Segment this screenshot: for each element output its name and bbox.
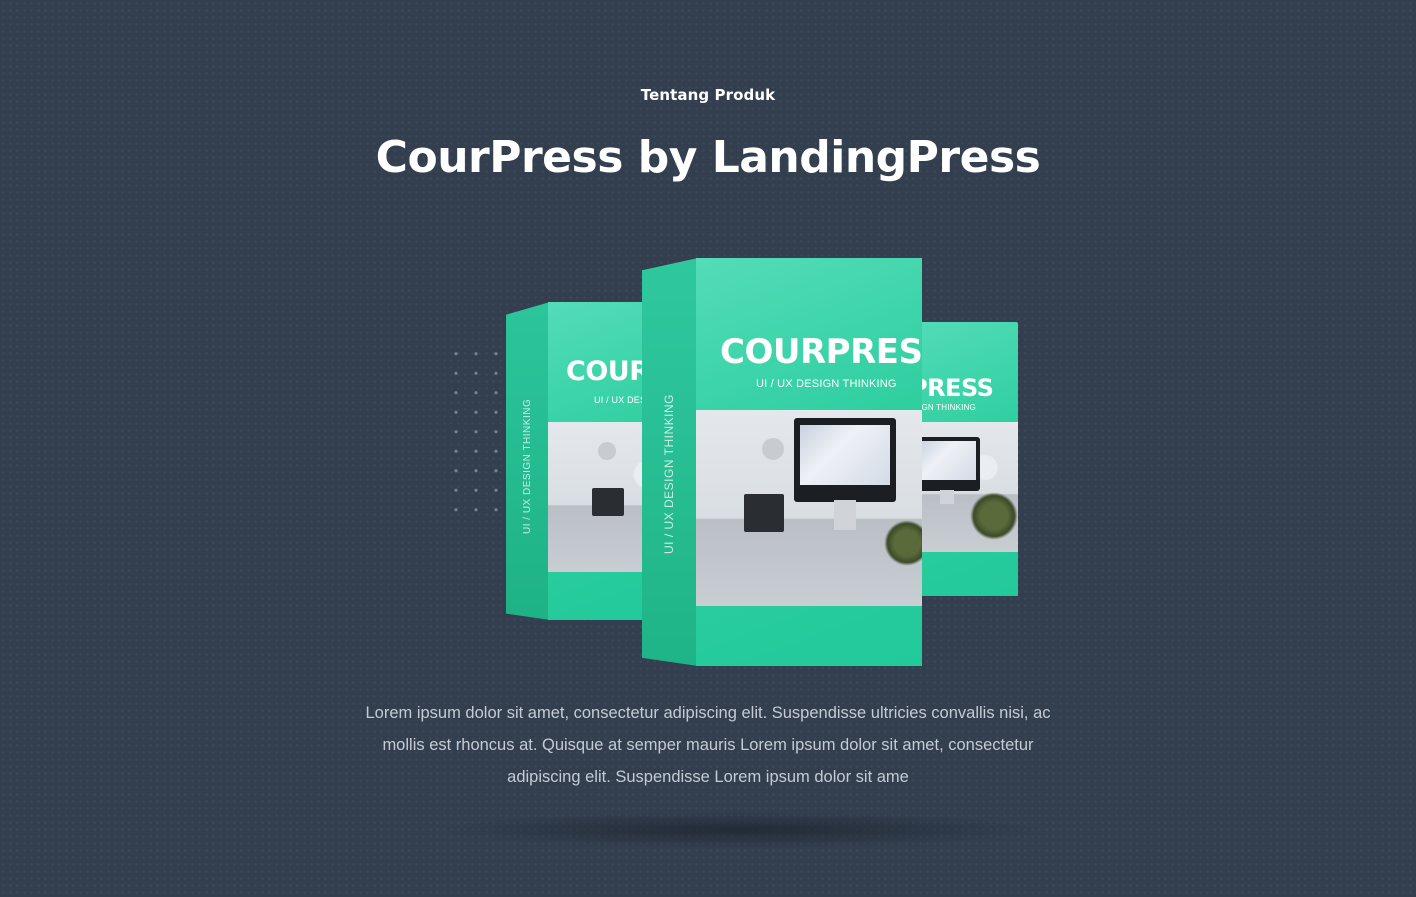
box-front-subtitle: UI / UX DESIGN THINKING bbox=[756, 378, 897, 390]
section-eyebrow: Tentang Produk bbox=[640, 86, 776, 104]
box-front-brand: COURPRESS bbox=[720, 332, 922, 372]
plant-icon bbox=[884, 520, 922, 566]
box-front-side-label: UI / UX DESIGN THINKING bbox=[662, 394, 676, 554]
product-box-image: RPRESS DESIGN THINKING UI / UX DESIGN TH… bbox=[420, 250, 1060, 848]
box-front-photo bbox=[696, 410, 922, 606]
product-box-front: UI / UX DESIGN THINKING COURPRESS UI / U… bbox=[642, 258, 924, 668]
section-description: Lorem ipsum dolor sit amet, consectetur … bbox=[365, 704, 1051, 786]
section-title: CourPress by LandingPress bbox=[375, 132, 1041, 183]
box-left-side-label: UI / UX DESIGN THINKING bbox=[522, 398, 533, 534]
box-left-brand: COUR bbox=[566, 356, 650, 387]
about-product-section: Tentang Produk CourPress by LandingPress… bbox=[0, 0, 1416, 897]
box-front-face: COURPRESS UI / UX DESIGN THINKING bbox=[696, 258, 922, 666]
product-shadow bbox=[440, 812, 1040, 848]
lamp-icon bbox=[762, 438, 784, 460]
monitor-icon bbox=[794, 418, 896, 502]
laptop-icon bbox=[744, 494, 784, 532]
